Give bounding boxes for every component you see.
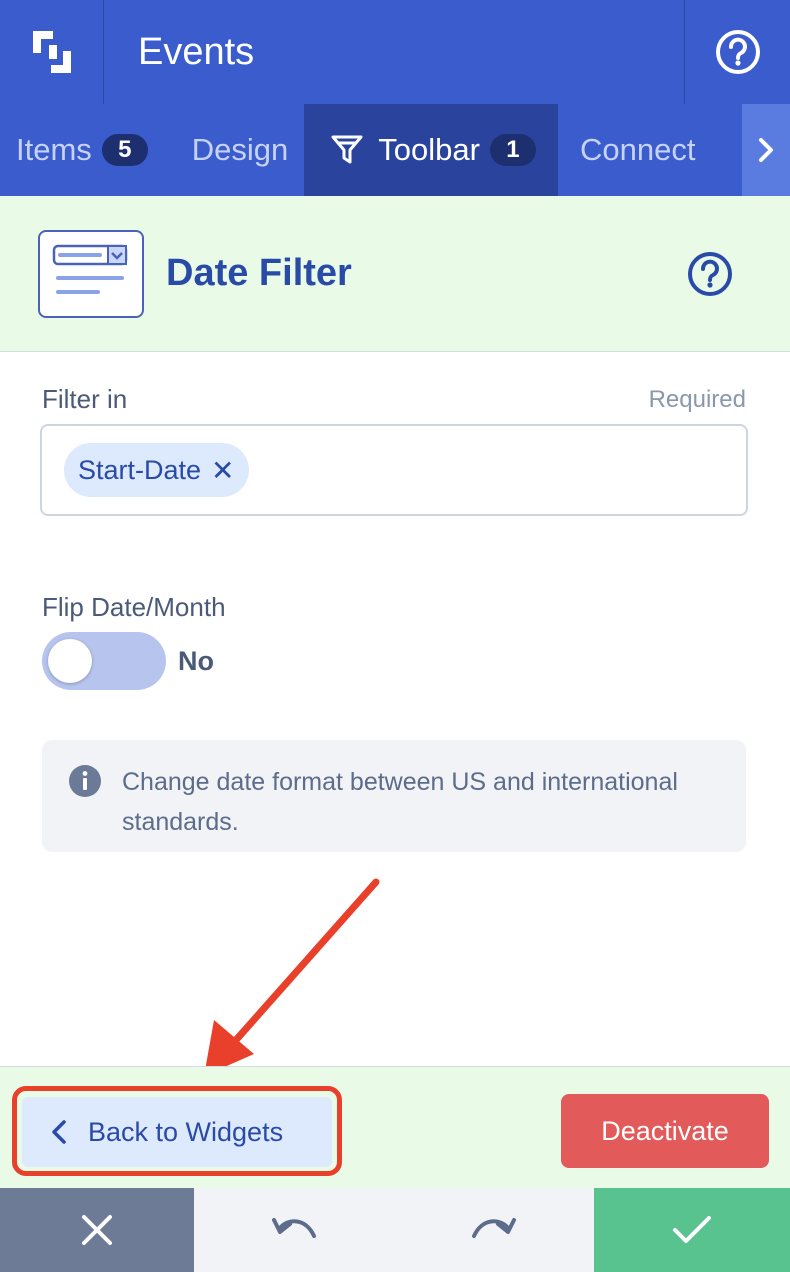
chip-label: Start-Date [78,454,202,485]
app-logo[interactable] [0,0,104,104]
tab-items[interactable]: Items 5 [0,104,164,196]
tab-toolbar[interactable]: Toolbar 1 [304,104,558,196]
info-box: Change date format between US and intern… [42,740,746,852]
redo-button[interactable] [394,1188,594,1272]
help-icon [715,30,760,74]
filter-in-label: Filter in [42,384,128,414]
filter-in-label-row: Filter in Required [42,384,746,415]
undo-button[interactable] [194,1188,394,1272]
tabs-scroll-right-button[interactable] [742,104,790,196]
widget-footer: Back to Widgets Deactivate [0,1066,790,1188]
filter-in-select[interactable]: Start-Date ✕ [40,424,748,516]
toggle-knob [48,639,92,683]
date-filter-widget-icon [38,229,144,318]
close-icon [82,1215,112,1245]
flip-date-month-toggle[interactable] [42,632,166,690]
logo-icon [32,31,71,73]
chevron-right-icon [759,138,773,162]
checkmark-icon [673,1216,711,1243]
tab-label: Items [16,132,92,167]
cancel-button[interactable] [0,1188,194,1272]
flip-date-month-label: Flip Date/Month [42,592,226,622]
chevron-left-icon [52,1120,66,1144]
back-to-widgets-button[interactable]: Back to Widgets [22,1097,332,1167]
tab-design[interactable]: Design [164,104,305,196]
toggle-state-label: No [178,645,214,676]
chip-remove-icon[interactable]: ✕ [211,454,234,487]
deactivate-button[interactable]: Deactivate [561,1094,769,1168]
widget-title: Date Filter [166,252,352,294]
tab-connect[interactable]: Connect [558,104,711,196]
toolbar-count-badge: 1 [489,134,536,166]
widget-help-icon[interactable] [686,250,734,298]
undo-icon [272,1218,316,1238]
app-header: Events [0,0,790,104]
widget-header: Date Filter [0,196,790,352]
tab-label: Connect [579,132,696,167]
confirm-button[interactable] [594,1188,790,1272]
tab-label: Design [191,132,289,167]
items-count-badge: 5 [101,134,148,166]
start-date-chip: Start-Date ✕ [64,443,249,497]
header-help-button[interactable] [684,0,790,104]
flip-toggle-row: No [42,632,214,690]
page-title: Events [138,30,255,73]
required-label: Required [648,385,746,413]
flip-label-row: Flip Date/Month [42,592,746,623]
redo-icon [472,1218,516,1238]
back-button-label: Back to Widgets [88,1116,284,1147]
tab-bar: Items 5 Design Toolbar 1 Connect [0,104,790,196]
funnel-icon [331,135,363,164]
tab-label: Toolbar [378,132,480,167]
info-text: Change date format between US and intern… [122,768,678,836]
info-icon [69,765,101,797]
action-bar [0,1188,790,1272]
